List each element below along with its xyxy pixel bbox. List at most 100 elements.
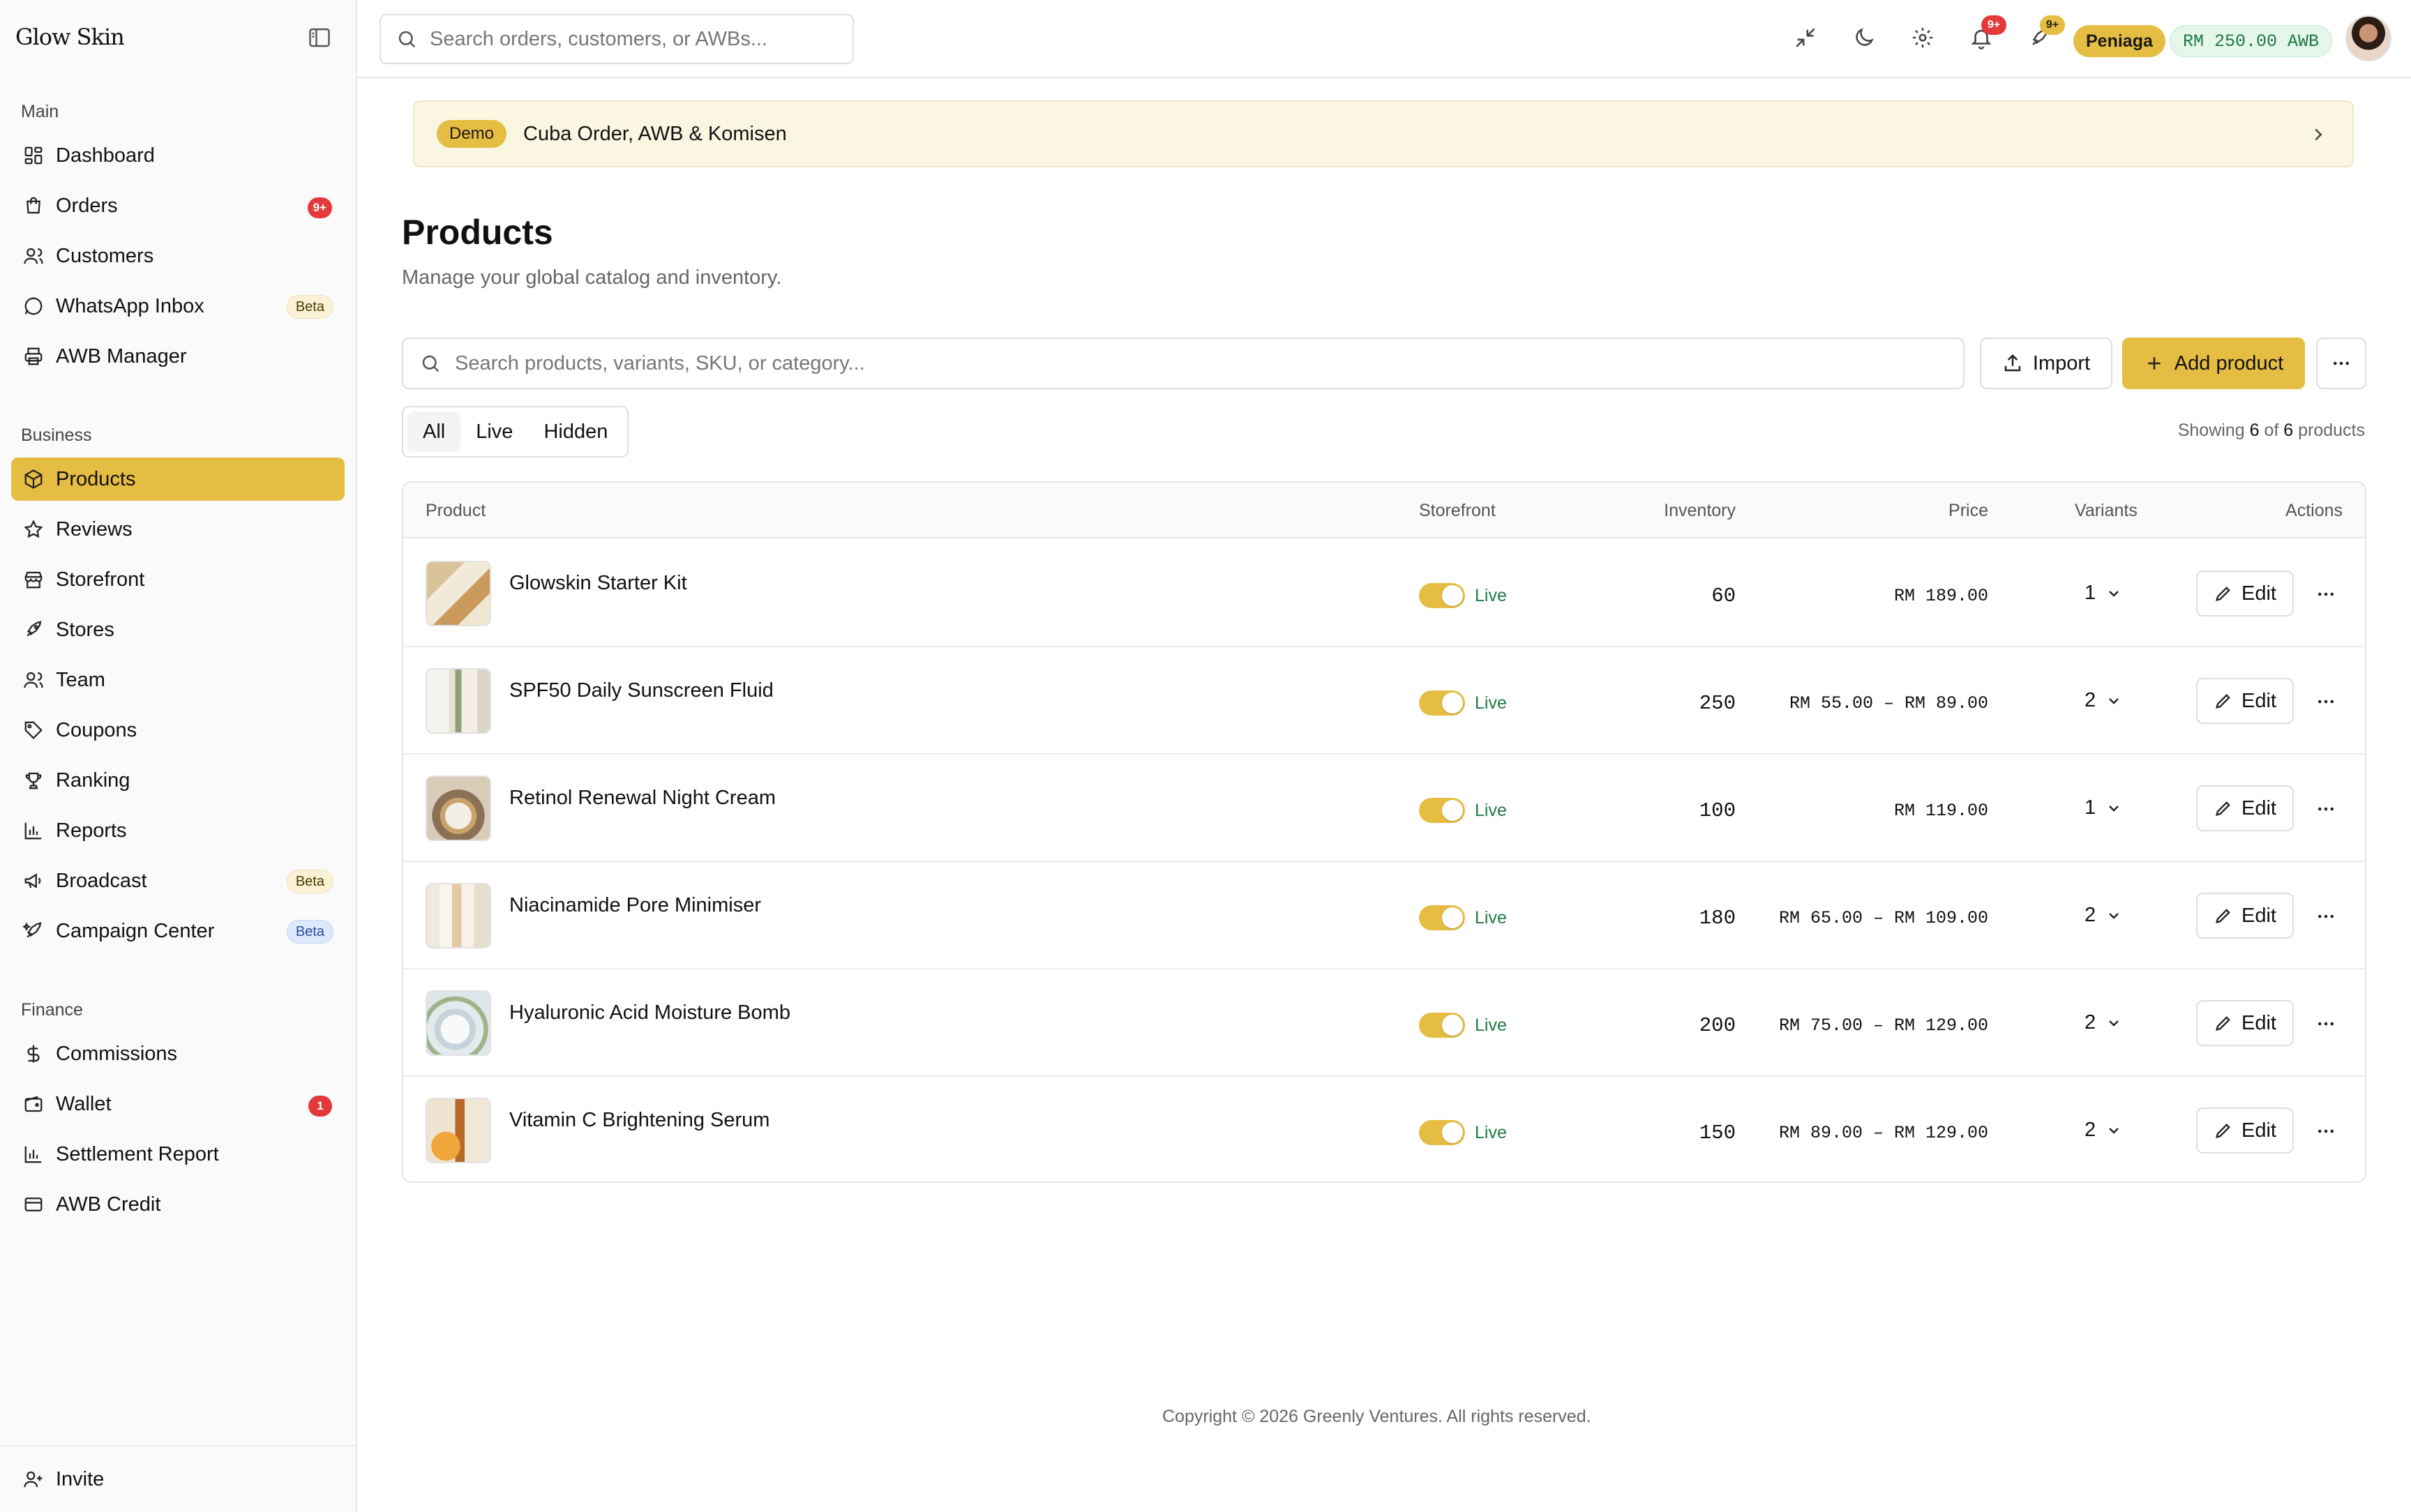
tab-live[interactable]: Live bbox=[460, 411, 528, 452]
product-name[interactable]: Glowskin Starter Kit bbox=[509, 572, 687, 595]
edit-button[interactable]: Edit bbox=[2196, 678, 2294, 724]
pencil-icon bbox=[2216, 1124, 2230, 1138]
sidebar-item-orders[interactable]: Orders 9+ bbox=[11, 184, 345, 227]
role-badge[interactable]: Peniaga bbox=[2073, 25, 2165, 57]
sidebar-item-campaign-center[interactable]: Campaign Center Beta bbox=[11, 909, 345, 953]
rocket-updates-icon[interactable]: 9+ bbox=[2026, 15, 2065, 52]
table-row[interactable]: SPF50 Daily Sunscreen Fluid Live 250 RM … bbox=[403, 647, 2365, 755]
variants-count: 2 bbox=[2085, 1011, 2096, 1034]
table-row[interactable]: Glowskin Starter Kit Live 60 RM 189.00 1… bbox=[403, 540, 2365, 647]
variants-dropdown[interactable]: 2 bbox=[2085, 1119, 2122, 1142]
storefront-toggle[interactable] bbox=[1419, 1013, 1465, 1038]
wallet-icon bbox=[22, 1093, 45, 1115]
sidebar-footer: Invite bbox=[0, 1445, 356, 1512]
price-value: RM 75.00 – RM 129.00 bbox=[1778, 1015, 1988, 1036]
sidebar-item-team[interactable]: Team bbox=[11, 658, 345, 702]
edit-label: Edit bbox=[2241, 904, 2276, 927]
sidebar-item-broadcast[interactable]: Broadcast Beta bbox=[11, 859, 345, 902]
sidebar-item-stores[interactable]: Stores bbox=[11, 608, 345, 651]
sidebar-item-dashboard[interactable]: Dashboard bbox=[11, 134, 345, 177]
variants-dropdown[interactable]: 1 bbox=[2085, 582, 2122, 605]
row-more-button[interactable] bbox=[2312, 795, 2340, 823]
product-name[interactable]: Niacinamide Pore Minimiser bbox=[509, 894, 761, 917]
edit-button[interactable]: Edit bbox=[2196, 893, 2294, 939]
sidebar-item-wallet[interactable]: Wallet 1 bbox=[11, 1082, 345, 1126]
product-name[interactable]: Retinol Renewal Night Cream bbox=[509, 787, 776, 810]
sidebar-toggle-icon[interactable] bbox=[307, 25, 332, 50]
column-inventory[interactable]: Inventory bbox=[1664, 501, 1736, 521]
sidebar-item-reviews[interactable]: Reviews bbox=[11, 508, 345, 551]
table-row[interactable]: Retinol Renewal Night Cream Live 100 RM … bbox=[403, 755, 2365, 862]
product-name[interactable]: Vitamin C Brightening Serum bbox=[509, 1109, 769, 1132]
sidebar-item-awb-manager[interactable]: AWB Manager bbox=[11, 335, 345, 378]
status-label: Live bbox=[1475, 908, 1507, 928]
storefront-toggle[interactable] bbox=[1419, 690, 1465, 716]
table-row[interactable]: Vitamin C Brightening Serum Live 150 RM … bbox=[403, 1077, 2365, 1181]
page-subtitle: Manage your global catalog and inventory… bbox=[402, 266, 782, 289]
sidebar-item-coupons[interactable]: Coupons bbox=[11, 709, 345, 752]
user-avatar[interactable] bbox=[2345, 15, 2391, 61]
storefront-toggle[interactable] bbox=[1419, 1120, 1465, 1145]
storefront-toggle[interactable] bbox=[1419, 583, 1465, 608]
showing-shown: 6 bbox=[2249, 421, 2260, 440]
demo-banner-text: Cuba Order, AWB & Komisen bbox=[523, 122, 787, 145]
demo-banner[interactable]: Demo Cuba Order, AWB & Komisen bbox=[413, 100, 2354, 167]
brand-logo[interactable]: Glow Skin bbox=[15, 24, 125, 50]
minimize-icon[interactable] bbox=[1792, 24, 1819, 52]
notifications-bell-icon[interactable]: 9+ bbox=[1967, 15, 2006, 52]
global-search[interactable] bbox=[380, 14, 854, 64]
product-search[interactable] bbox=[402, 338, 1965, 389]
tab-hidden[interactable]: Hidden bbox=[528, 411, 623, 452]
product-name[interactable]: SPF50 Daily Sunscreen Fluid bbox=[509, 679, 774, 702]
column-variants[interactable]: Variants bbox=[2075, 501, 2138, 521]
storefront-toggle[interactable] bbox=[1419, 798, 1465, 823]
storefront-toggle[interactable] bbox=[1419, 905, 1465, 930]
table-row[interactable]: Hyaluronic Acid Moisture Bomb Live 200 R… bbox=[403, 969, 2365, 1077]
import-button[interactable]: Import bbox=[1980, 338, 2112, 389]
dark-mode-icon[interactable] bbox=[1850, 24, 1878, 52]
column-product[interactable]: Product bbox=[426, 501, 486, 521]
sidebar-item-storefront[interactable]: Storefront bbox=[11, 558, 345, 601]
variants-dropdown[interactable]: 2 bbox=[2085, 689, 2122, 712]
row-more-button[interactable] bbox=[2312, 1010, 2340, 1038]
row-more-button[interactable] bbox=[2312, 1117, 2340, 1145]
sidebar-item-awb-credit[interactable]: AWB Credit bbox=[11, 1183, 345, 1226]
sidebar-item-label: Reports bbox=[56, 819, 127, 842]
sidebar-item-whatsapp-inbox[interactable]: WhatsApp Inbox Beta bbox=[11, 285, 345, 328]
column-price[interactable]: Price bbox=[1948, 501, 1988, 521]
sidebar-item-commissions[interactable]: Commissions bbox=[11, 1032, 345, 1075]
product-search-input[interactable] bbox=[455, 351, 1920, 375]
sidebar-item-customers[interactable]: Customers bbox=[11, 234, 345, 278]
product-name[interactable]: Hyaluronic Acid Moisture Bomb bbox=[509, 1001, 790, 1025]
row-more-button[interactable] bbox=[2312, 688, 2340, 716]
sidebar-item-settlement-report[interactable]: Settlement Report bbox=[11, 1133, 345, 1176]
section-label-main: Main bbox=[21, 102, 59, 121]
sidebar-item-products[interactable]: Products bbox=[11, 458, 345, 501]
add-product-button[interactable]: Add product bbox=[2122, 338, 2305, 389]
edit-button[interactable]: Edit bbox=[2196, 785, 2294, 831]
edit-button[interactable]: Edit bbox=[2196, 570, 2294, 617]
variants-count: 2 bbox=[2085, 1119, 2096, 1141]
more-options-button[interactable] bbox=[2316, 338, 2366, 389]
variants-dropdown[interactable]: 2 bbox=[2085, 1011, 2122, 1034]
team-icon bbox=[22, 669, 45, 691]
variants-dropdown[interactable]: 1 bbox=[2085, 796, 2122, 819]
global-search-input[interactable] bbox=[430, 27, 820, 51]
settings-gear-icon[interactable] bbox=[1909, 24, 1937, 52]
sidebar-item-ranking[interactable]: Ranking bbox=[11, 759, 345, 802]
edit-button[interactable]: Edit bbox=[2196, 1000, 2294, 1046]
tab-all[interactable]: All bbox=[407, 411, 461, 452]
variants-dropdown[interactable]: 2 bbox=[2085, 904, 2122, 927]
table-row[interactable]: Niacinamide Pore Minimiser Live 180 RM 6… bbox=[403, 862, 2365, 969]
column-storefront[interactable]: Storefront bbox=[1419, 501, 1496, 521]
row-more-button[interactable] bbox=[2312, 580, 2340, 608]
invite-button[interactable]: Invite bbox=[11, 1458, 345, 1501]
row-more-button[interactable] bbox=[2312, 902, 2340, 930]
showing-prefix: Showing bbox=[2177, 421, 2245, 440]
bar-chart-icon bbox=[22, 819, 45, 842]
sidebar-item-reports[interactable]: Reports bbox=[11, 809, 345, 852]
chevron-down-icon bbox=[2109, 1127, 2119, 1134]
awb-balance-badge[interactable]: RM 250.00 AWB bbox=[2170, 25, 2333, 57]
table-header: Product Storefront Inventory Price Varia… bbox=[403, 483, 2365, 538]
edit-button[interactable]: Edit bbox=[2196, 1107, 2294, 1154]
